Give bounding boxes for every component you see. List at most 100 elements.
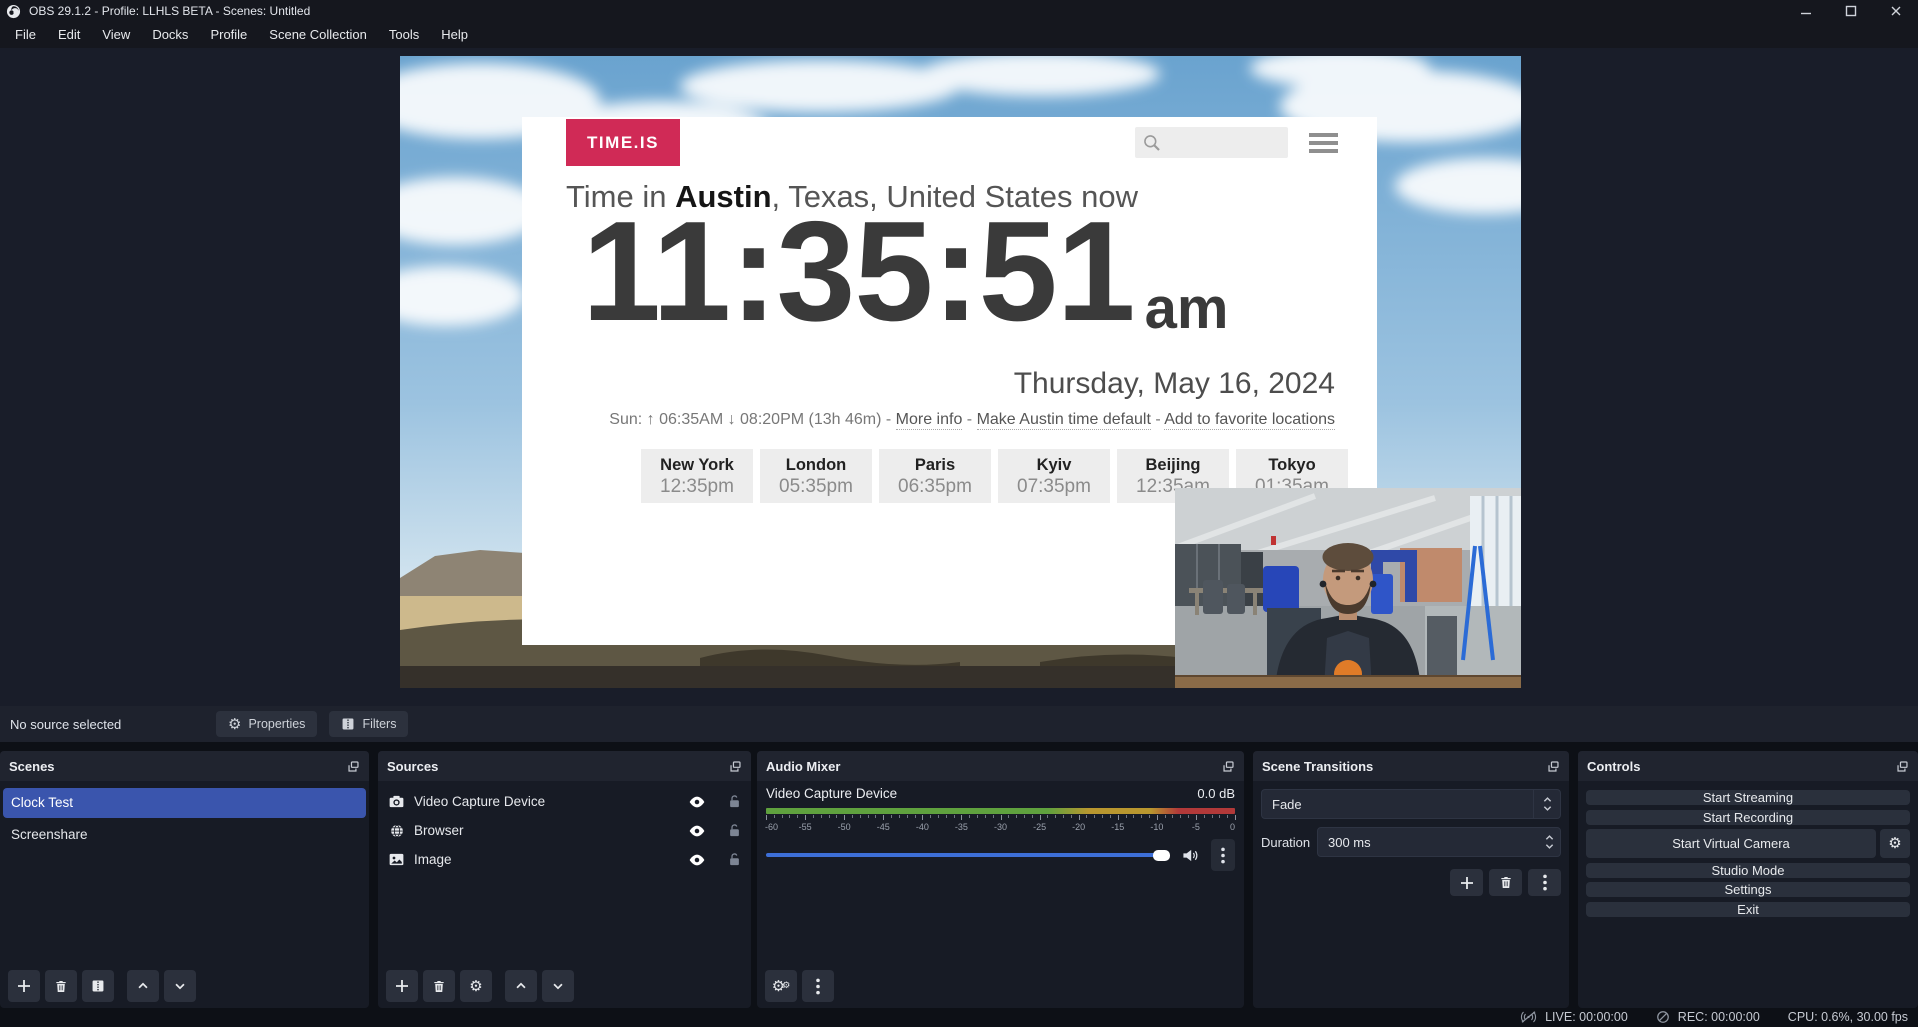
source-item-video-capture-device[interactable]: Video Capture Device xyxy=(378,787,751,816)
city-name: Tokyo xyxy=(1236,456,1348,475)
move-source-up-button[interactable] xyxy=(505,970,537,1002)
transition-menu-button[interactable] xyxy=(1528,869,1561,896)
volume-slider[interactable] xyxy=(766,853,1168,857)
city-time: 05:35pm xyxy=(760,476,872,498)
source-item-browser[interactable]: Browser xyxy=(378,816,751,845)
scene-filters-button[interactable] xyxy=(82,970,114,1002)
city-name: Kyiv xyxy=(998,456,1110,475)
controls-dock-header[interactable]: Controls xyxy=(1578,751,1918,781)
status-bar: LIVE: 00:00:00 REC: 00:00:00 CPU: 0.6%, … xyxy=(1520,1010,1908,1024)
move-scene-up-button[interactable] xyxy=(127,970,159,1002)
channel-menu-button[interactable] xyxy=(1211,839,1235,871)
visibility-eye-icon[interactable] xyxy=(689,854,705,866)
menu-item-file[interactable]: File xyxy=(4,22,47,48)
mixer-menu-button[interactable] xyxy=(802,970,834,1002)
popout-icon[interactable] xyxy=(729,760,742,773)
lock-icon[interactable] xyxy=(728,852,741,867)
duration-decrease-button[interactable] xyxy=(1545,843,1554,850)
popout-icon[interactable] xyxy=(1222,760,1235,773)
cpu-fps: CPU: 0.6%, 30.00 fps xyxy=(1788,1010,1908,1024)
scenes-dock-title: Scenes xyxy=(9,759,55,774)
cpu-status: CPU: 0.6%, 30.00 fps xyxy=(1788,1010,1908,1024)
controls-start-virtual-camera-button[interactable]: Start Virtual Camera xyxy=(1586,829,1876,858)
scene-transitions-dock-header[interactable]: Scene Transitions xyxy=(1253,751,1569,781)
filters-button[interactable]: Filters xyxy=(329,711,408,737)
menu-item-help[interactable]: Help xyxy=(430,22,479,48)
menu-item-profile[interactable]: Profile xyxy=(199,22,258,48)
remove-scene-button[interactable] xyxy=(45,970,77,1002)
city-time: 12:35pm xyxy=(641,476,753,498)
menu-bar: FileEditViewDocksProfileScene Collection… xyxy=(0,22,1918,48)
sun-info: Sun: ↑ 06:35AM ↓ 08:20PM (13h 46m) - Mor… xyxy=(609,411,1335,429)
sources-dock: Sources Video Capture DeviceBrowser Image… xyxy=(378,751,751,1008)
mixer-toolbar: ⚙⚙ xyxy=(765,970,834,1002)
scenes-toolbar xyxy=(8,970,196,1002)
controls-buttons: Start Streaming Start Recording Start Virt… xyxy=(1586,790,1910,917)
sources-dock-title: Sources xyxy=(387,759,438,774)
speaker-icon[interactable] xyxy=(1182,848,1199,863)
program-preview[interactable]: TIME.IS Time in Austin, Texas, United St… xyxy=(400,56,1521,688)
menu-item-edit[interactable]: Edit xyxy=(47,22,91,48)
search-icon xyxy=(1142,133,1161,152)
lock-icon[interactable] xyxy=(728,794,741,809)
duration-input[interactable]: 300 ms xyxy=(1317,827,1561,857)
add-scene-button[interactable] xyxy=(8,970,40,1002)
transition-select[interactable]: Fade xyxy=(1261,789,1561,819)
advanced-audio-button[interactable]: ⚙⚙ xyxy=(765,970,797,1002)
scenes-dock-header[interactable]: Scenes xyxy=(0,751,369,781)
transition-value: Fade xyxy=(1262,797,1533,812)
controls-settings-button[interactable]: Settings xyxy=(1586,882,1910,897)
popout-icon[interactable] xyxy=(1896,760,1909,773)
virtual-camera-settings-button[interactable]: ⚙ xyxy=(1880,829,1910,858)
add-transition-button[interactable] xyxy=(1450,869,1483,896)
remove-source-button[interactable] xyxy=(423,970,455,1002)
duration-value: 300 ms xyxy=(1318,835,1538,850)
visibility-eye-icon[interactable] xyxy=(689,796,705,808)
controls-title: Controls xyxy=(1587,759,1640,774)
scene-transitions-title: Scene Transitions xyxy=(1262,759,1373,774)
menu-item-view[interactable]: View xyxy=(91,22,141,48)
scene-item-screenshare[interactable]: Screenshare xyxy=(3,820,366,850)
city-name: Beijing xyxy=(1117,456,1229,475)
sources-dock-header[interactable]: Sources xyxy=(378,751,751,781)
controls-start-recording-button[interactable]: Start Recording xyxy=(1586,810,1910,825)
scene-transitions-dock: Scene Transitions Fade Duration 300 ms xyxy=(1253,751,1569,1008)
window-controls xyxy=(1783,0,1918,22)
menu-item-docks[interactable]: Docks xyxy=(141,22,199,48)
selection-status: No source selected xyxy=(10,717,216,732)
webcam-overlay xyxy=(1175,488,1521,688)
rec-status: REC: 00:00:00 xyxy=(1656,1010,1760,1024)
menu-item-scene-collection[interactable]: Scene Collection xyxy=(258,22,378,48)
maximize-button[interactable] xyxy=(1828,0,1873,22)
visibility-eye-icon[interactable] xyxy=(689,825,705,837)
date-line: Thursday, May 16, 2024 xyxy=(1014,367,1335,401)
source-label: Image xyxy=(414,852,680,867)
minimize-button[interactable] xyxy=(1783,0,1828,22)
controls-studio-mode-button[interactable]: Studio Mode xyxy=(1586,863,1910,878)
menu-item-tools[interactable]: Tools xyxy=(378,22,430,48)
scene-item-clock-test[interactable]: Clock Test xyxy=(3,788,366,818)
image-icon xyxy=(388,853,405,866)
volume-slider-handle[interactable] xyxy=(1153,850,1170,861)
popout-icon[interactable] xyxy=(1547,760,1560,773)
virtual-camera-row: Start Virtual Camera⚙ xyxy=(1586,829,1910,858)
close-button[interactable] xyxy=(1873,0,1918,22)
move-scene-down-button[interactable] xyxy=(164,970,196,1002)
transition-select-arrows[interactable] xyxy=(1533,790,1560,818)
source-item-image[interactable]: Image xyxy=(378,845,751,874)
clock-time: 11:35:51 xyxy=(582,201,1135,343)
mixer-channel-level: 0.0 dB xyxy=(1197,786,1235,801)
controls-start-streaming-button[interactable]: Start Streaming xyxy=(1586,790,1910,805)
audio-mixer-dock-header[interactable]: Audio Mixer xyxy=(757,751,1244,781)
city-name: London xyxy=(760,456,872,475)
add-source-button[interactable] xyxy=(386,970,418,1002)
move-source-down-button[interactable] xyxy=(542,970,574,1002)
properties-button[interactable]: ⚙ Properties xyxy=(216,711,317,737)
duration-increase-button[interactable] xyxy=(1545,834,1554,841)
popout-icon[interactable] xyxy=(347,760,360,773)
source-properties-button[interactable]: ⚙ xyxy=(460,970,492,1002)
controls-exit-button[interactable]: Exit xyxy=(1586,902,1910,917)
remove-transition-button[interactable] xyxy=(1489,869,1522,896)
gear-icon: ⚙ xyxy=(228,717,241,732)
lock-icon[interactable] xyxy=(728,823,741,838)
